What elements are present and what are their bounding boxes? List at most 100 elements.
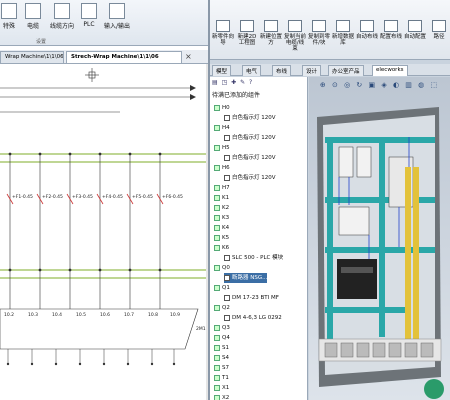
tree-tag-item[interactable]: T1 [214,373,229,383]
model-viewport[interactable]: ⊕ ⊙ ◎ ↻ ▣ ◈ ◐ ▥ ◍ ⬚ [309,77,450,400]
checkbox-icon[interactable] [224,174,230,181]
tree-item-label: K5 [222,235,230,241]
tree-tag-item[interactable]: X1 [214,383,229,393]
checkbox-icon[interactable] [224,294,230,301]
tab-routing[interactable]: 布线 [272,65,292,76]
tree-header: 待满已添加的组件 [212,92,261,99]
tree-tag-item[interactable]: K1 [214,193,229,203]
io-icon [109,3,125,19]
document-tabs: Wrap Machine\1\1\06 Strech-Wrap Machine\… [0,50,208,64]
new-location-button[interactable]: 新建位置方 [260,20,282,46]
tree-component-item[interactable]: SLC 500 - PLC 模块 [224,253,283,263]
tree-component-item[interactable]: 白色指示灯 120V [224,133,276,143]
close-icon[interactable]: × [185,52,192,61]
tree-tag-item[interactable]: H4 [214,123,230,133]
terminal-ref-3: 10.4 [52,312,62,318]
schematic-drawing[interactable]: +F1-0.45 +F2-0.45 +F3-0.45 +F4-0.45 +F5-… [0,64,206,400]
new-database-button[interactable]: 新增数据库 [332,20,354,46]
tree-item-label: Q4 [222,335,230,341]
document-tab-2[interactable]: Strech-Wrap Machine\1\1\06 [66,51,182,63]
tree-item-label: Q0 [222,265,230,271]
terminal-ref-8: 10.9 [170,312,180,318]
checkbox-icon[interactable] [224,114,230,121]
tree-tag-item[interactable]: S4 [214,353,229,363]
document-tab-1[interactable]: Wrap Machine\1\1\06 [0,51,64,63]
tree-item-label: 断路器 NSG... [232,275,268,281]
tree-item-label: K2 [222,205,230,211]
component-block-3 [338,206,370,236]
tree-tag-item[interactable]: Q4 [214,333,230,343]
tree-component-item[interactable]: DM 17-23 BTI MF [224,293,279,303]
branch-label-2: +F2-0.45 [42,194,63,200]
tree-component-item[interactable]: 白色指示灯 120V [224,113,276,123]
checkbox-icon[interactable] [224,274,230,281]
tag-icon [214,244,220,251]
part-icon [312,20,326,32]
route-icon [360,20,374,32]
tree-component-item[interactable]: 断路器 NSG... [224,273,268,283]
tree-item-label: H7 [222,185,230,191]
terminal-ref-6: 10.7 [124,312,134,318]
config-route-button[interactable]: 配置布线 [380,20,402,40]
special-button[interactable]: 特殊 [0,3,18,37]
new-part-wizard-button[interactable]: 新零件向导 [212,20,234,46]
terminal-strip-1 [405,167,411,357]
tree-tag-item[interactable]: K2 [214,203,229,213]
tree-toolbar[interactable]: ▤ ◳ ✚ ✎ ? [212,79,304,89]
copy-cable-button[interactable]: 复制当前电缆/线束 [284,20,306,52]
checkbox-icon[interactable] [224,314,230,321]
tree-component-item[interactable]: 白色指示灯 120V [224,173,276,183]
auto-config-icon [408,20,422,32]
checkbox-icon[interactable] [224,134,230,141]
tag-icon [214,104,220,111]
path-button[interactable]: 路径 [428,20,450,40]
tree-tag-item[interactable]: S1 [214,343,229,353]
cable-button[interactable]: 电缆 [22,3,44,37]
tree-tag-item[interactable]: X2 [214,393,229,400]
tree-tag-item[interactable]: K5 [214,233,229,243]
tag-icon [214,344,220,351]
tree-item-label: X2 [222,395,230,400]
path-icon [432,20,446,32]
tree-tag-item[interactable]: H0 [214,103,230,113]
tab-elecworks[interactable]: elecworks [372,65,408,76]
schematic-pane: 特殊 电缆 线缆方向 PLC 输入/输出 设置 Wrap Machine\1\1… [0,0,210,400]
tree-tag-item[interactable]: S7 [214,363,229,373]
tree-tag-item[interactable]: H7 [214,183,230,193]
view-toolbar[interactable]: ⊕ ⊙ ◎ ↻ ▣ ◈ ◐ ▥ ◍ ⬚ [309,81,450,91]
tree-tag-item[interactable]: K4 [214,223,229,233]
tag-icon [214,304,220,311]
wire-duct-mid [379,137,385,337]
auto-config-button[interactable]: 自动配置 [404,20,426,40]
checkbox-icon[interactable] [224,154,230,161]
tree-component-item[interactable]: DM 4-6,3 LG 0292 [224,313,282,323]
tree-item-label: Q2 [222,305,230,311]
cable-direction-button[interactable]: 线缆方向 [48,3,76,37]
auto-route-button[interactable]: 自动布线 [356,20,378,40]
component-tree: ▤ ◳ ✚ ✎ ? 待满已添加的组件 H0 白色指示灯 120V H4 白色指示灯 1… [210,77,308,400]
tree-tag-item[interactable]: H6 [214,163,230,173]
terminal-ref-2: 10.3 [28,312,38,318]
tree-tag-item[interactable]: Q1 [214,283,230,293]
io-button[interactable]: 输入/输出 [102,3,132,37]
tree-tag-item[interactable]: K6 [214,243,229,253]
tree-tag-item[interactable]: Q2 [214,303,230,313]
copy-icon [288,20,302,32]
tree-tag-item[interactable]: Q0 [214,263,230,273]
cad-command-tabs: 模型 电气 布线 设计 办公室产品 elecworks [210,64,450,76]
tab-electrical[interactable]: 电气 [242,65,262,76]
new-2d-drawing-button[interactable]: 新建2D工程图 [236,20,258,46]
tree-component-item[interactable]: 白色指示灯 120V [224,153,276,163]
checkbox-icon[interactable] [224,254,230,261]
tree-tag-item[interactable]: H5 [214,143,230,153]
copy-to-part-button[interactable]: 复制到零件/块 [308,20,330,46]
tag-icon [214,374,220,381]
tab-model[interactable]: 模型 [212,65,232,76]
tree-item-label: K6 [222,245,230,251]
plc-button[interactable]: PLC [80,3,98,37]
tab-office[interactable]: 办公室产品 [328,65,364,76]
tree-tag-item[interactable]: K3 [214,213,229,223]
tree-tag-item[interactable]: Q3 [214,323,230,333]
tab-design[interactable]: 设计 [302,65,322,76]
terminal-ref-5: 10.6 [100,312,110,318]
